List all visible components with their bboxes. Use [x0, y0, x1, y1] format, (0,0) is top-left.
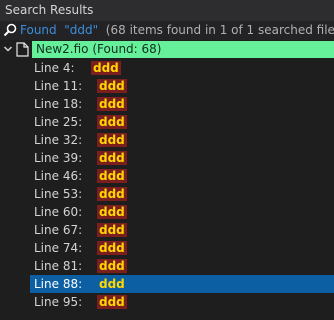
search-summary-text: Found "ddd" (68 items found in 1 of 1 se… — [20, 21, 334, 40]
line-number-label: Line 39: — [34, 151, 83, 165]
file-label: New2.fio (Found: 68) — [32, 41, 334, 58]
line-number-label: Line 95: — [34, 295, 83, 309]
match-highlight: ddd — [99, 277, 125, 291]
result-row[interactable]: Line 11: ddd — [0, 77, 334, 95]
search-results-panel: Search Results Found "ddd" (68 items fou… — [0, 0, 334, 320]
result-row[interactable]: Line 18: ddd — [0, 95, 334, 113]
match-highlight: ddd — [91, 61, 121, 75]
match-highlight: ddd — [97, 133, 127, 147]
results-list: Line 4: ddd Line 11: ddd Line 18: ddd Line 25:… — [0, 59, 334, 311]
result-row[interactable]: Line 60: ddd — [0, 203, 334, 221]
result-row[interactable]: Line 95: ddd — [0, 293, 334, 311]
match-highlight: ddd — [97, 223, 127, 237]
line-number-label: Line 60: — [34, 205, 83, 219]
line-number-label: Line 46: — [34, 169, 83, 183]
result-row[interactable]: Line 4: ddd — [0, 59, 334, 77]
result-row[interactable]: Line 32: ddd — [0, 131, 334, 149]
line-number-label: Line 67: — [34, 223, 83, 237]
panel-title: Search Results — [0, 0, 334, 21]
line-number-label: Line 81: — [34, 259, 83, 273]
match-highlight: ddd — [97, 295, 127, 309]
match-highlight: ddd — [97, 97, 127, 111]
result-row[interactable]: Line 46: ddd — [0, 167, 334, 185]
search-summary-row[interactable]: Found "ddd" (68 items found in 1 of 1 se… — [0, 21, 334, 40]
file-icon — [16, 42, 29, 57]
match-highlight: ddd — [97, 169, 127, 183]
line-number-label: Line 74: — [34, 241, 83, 255]
result-row[interactable]: Line 25: ddd — [0, 113, 334, 131]
match-highlight: ddd — [97, 79, 127, 93]
result-row[interactable]: Line 81: ddd — [0, 257, 334, 275]
match-highlight: ddd — [97, 115, 127, 129]
result-row[interactable]: Line 74: ddd — [0, 239, 334, 257]
match-highlight: ddd — [97, 241, 127, 255]
search-summary-prefix: Found "ddd" — [20, 23, 99, 37]
match-highlight: ddd — [97, 187, 127, 201]
line-number-label: Line 88: — [34, 277, 83, 291]
result-row[interactable]: Line 67: ddd — [0, 221, 334, 239]
search-icon — [3, 23, 17, 37]
file-group-row[interactable]: New2.fio (Found: 68) — [0, 40, 334, 59]
chevron-down-icon[interactable] — [3, 44, 13, 54]
line-number-label: Line 18: — [34, 97, 83, 111]
match-highlight: ddd — [97, 259, 127, 273]
line-number-label: Line 32: — [34, 133, 83, 147]
result-row[interactable]: Line 53: ddd — [0, 185, 334, 203]
match-highlight: ddd — [97, 205, 127, 219]
result-row[interactable]: Line 88: ddd — [0, 275, 334, 293]
line-number-label: Line 11: — [34, 79, 83, 93]
line-number-label: Line 25: — [34, 115, 83, 129]
search-summary-details: (68 items found in 1 of 1 searched files… — [98, 23, 334, 37]
result-row[interactable]: Line 39: ddd — [0, 149, 334, 167]
match-highlight: ddd — [97, 151, 127, 165]
line-number-label: Line 4: — [34, 61, 75, 75]
line-number-label: Line 53: — [34, 187, 83, 201]
